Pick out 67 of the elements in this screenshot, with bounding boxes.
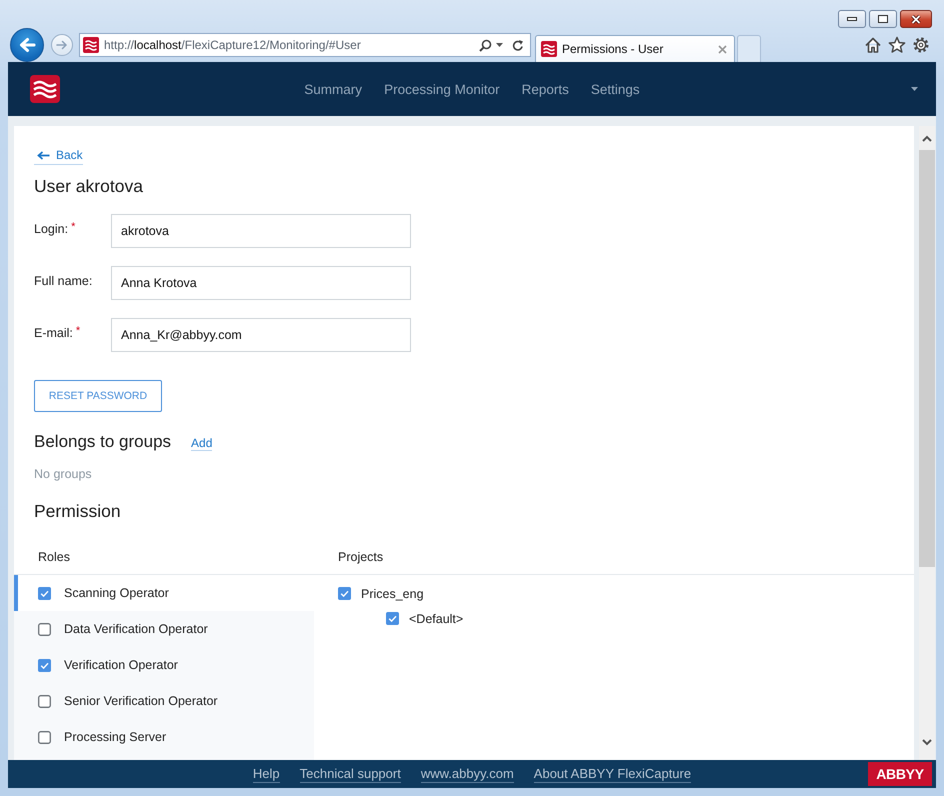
- checkbox[interactable]: [338, 587, 351, 600]
- settings-icon[interactable]: [912, 36, 930, 54]
- role-item[interactable]: Verification Operator: [14, 647, 314, 683]
- logo-icon[interactable]: [30, 75, 60, 103]
- home-icon[interactable]: [864, 36, 882, 54]
- text-input[interactable]: Anna Krotova: [111, 266, 411, 300]
- checkbox[interactable]: [38, 730, 51, 744]
- footer-link[interactable]: About ABBYY FlexiCapture: [534, 766, 692, 782]
- required-mark: *: [71, 222, 76, 233]
- footer-link[interactable]: www.abbyy.com: [420, 766, 514, 782]
- text-input[interactable]: akrotova: [111, 214, 411, 248]
- chevron-up-icon[interactable]: [922, 135, 932, 142]
- field-label: E-mail:: [34, 326, 73, 341]
- close-icon: [911, 14, 921, 24]
- checkbox[interactable]: [38, 622, 51, 636]
- project-item[interactable]: <Default>: [386, 606, 914, 631]
- close-icon[interactable]: [718, 44, 727, 54]
- caret-down-icon[interactable]: [911, 87, 918, 91]
- logo-icon: [541, 41, 557, 57]
- logo-icon: [83, 37, 99, 53]
- role-item[interactable]: Senior Verification Operator: [14, 683, 314, 719]
- arrow-left-icon: [18, 37, 36, 53]
- brand-logo: ABBYY: [868, 762, 932, 786]
- address-field[interactable]: http://localhost/FlexiCapture12/Monitoring/#User: [79, 33, 531, 57]
- minimize-button[interactable]: [838, 10, 866, 28]
- add-link[interactable]: Add: [191, 436, 212, 451]
- required-mark: *: [76, 326, 80, 337]
- minimize-icon: [847, 17, 857, 21]
- text-input[interactable]: Anna_Kr@abbyy.com: [111, 318, 411, 352]
- section-title: Permission: [34, 501, 121, 521]
- checkbox[interactable]: [38, 586, 51, 600]
- restore-button[interactable]: [869, 10, 897, 28]
- nav-link[interactable]: Summary: [293, 82, 374, 96]
- column-header: Projects: [337, 550, 384, 564]
- refresh-icon[interactable]: [512, 38, 524, 52]
- footer-link[interactable]: Technical support: [300, 766, 401, 782]
- column-header: Roles: [37, 550, 71, 564]
- browser-tab[interactable]: Permissions - User: [535, 35, 735, 62]
- empty-text: No groups: [34, 466, 92, 482]
- url-text: http://localhost/FlexiCapture12/Monitoring/#User: [104, 38, 362, 52]
- footer-link[interactable]: Help: [252, 766, 280, 782]
- scrollbar-thumb[interactable]: [919, 150, 935, 567]
- checkbox[interactable]: [386, 612, 399, 625]
- field-label: Full name:: [34, 274, 92, 289]
- close-button[interactable]: [900, 10, 932, 28]
- arrow-right-icon: [56, 40, 68, 50]
- nav-link[interactable]: Processing Monitor: [373, 82, 511, 96]
- star-icon[interactable]: [888, 36, 906, 54]
- restore-icon: [878, 15, 888, 23]
- caret-down-icon[interactable]: [496, 43, 503, 47]
- arrow-left-icon: [37, 151, 50, 160]
- chevron-down-icon[interactable]: [922, 739, 932, 746]
- section-title: Belongs to groups: [34, 432, 172, 452]
- search-icon[interactable]: [479, 38, 492, 52]
- nav-link[interactable]: Settings: [580, 82, 651, 96]
- project-item[interactable]: Prices_eng: [338, 581, 914, 606]
- checkbox[interactable]: [38, 694, 51, 708]
- back-link[interactable]: Back: [34, 148, 83, 165]
- nav-link[interactable]: Reports: [510, 82, 580, 96]
- back-button[interactable]: [10, 28, 44, 62]
- role-item[interactable]: Scanning Operator: [14, 575, 314, 611]
- field-label: Login:: [34, 222, 68, 237]
- scrollbar[interactable]: [919, 126, 935, 760]
- role-item[interactable]: Data Verification Operator: [14, 611, 314, 647]
- page-title: User akrotova: [34, 176, 143, 196]
- role-item[interactable]: Processing Server: [14, 719, 314, 755]
- checkbox[interactable]: [38, 658, 51, 672]
